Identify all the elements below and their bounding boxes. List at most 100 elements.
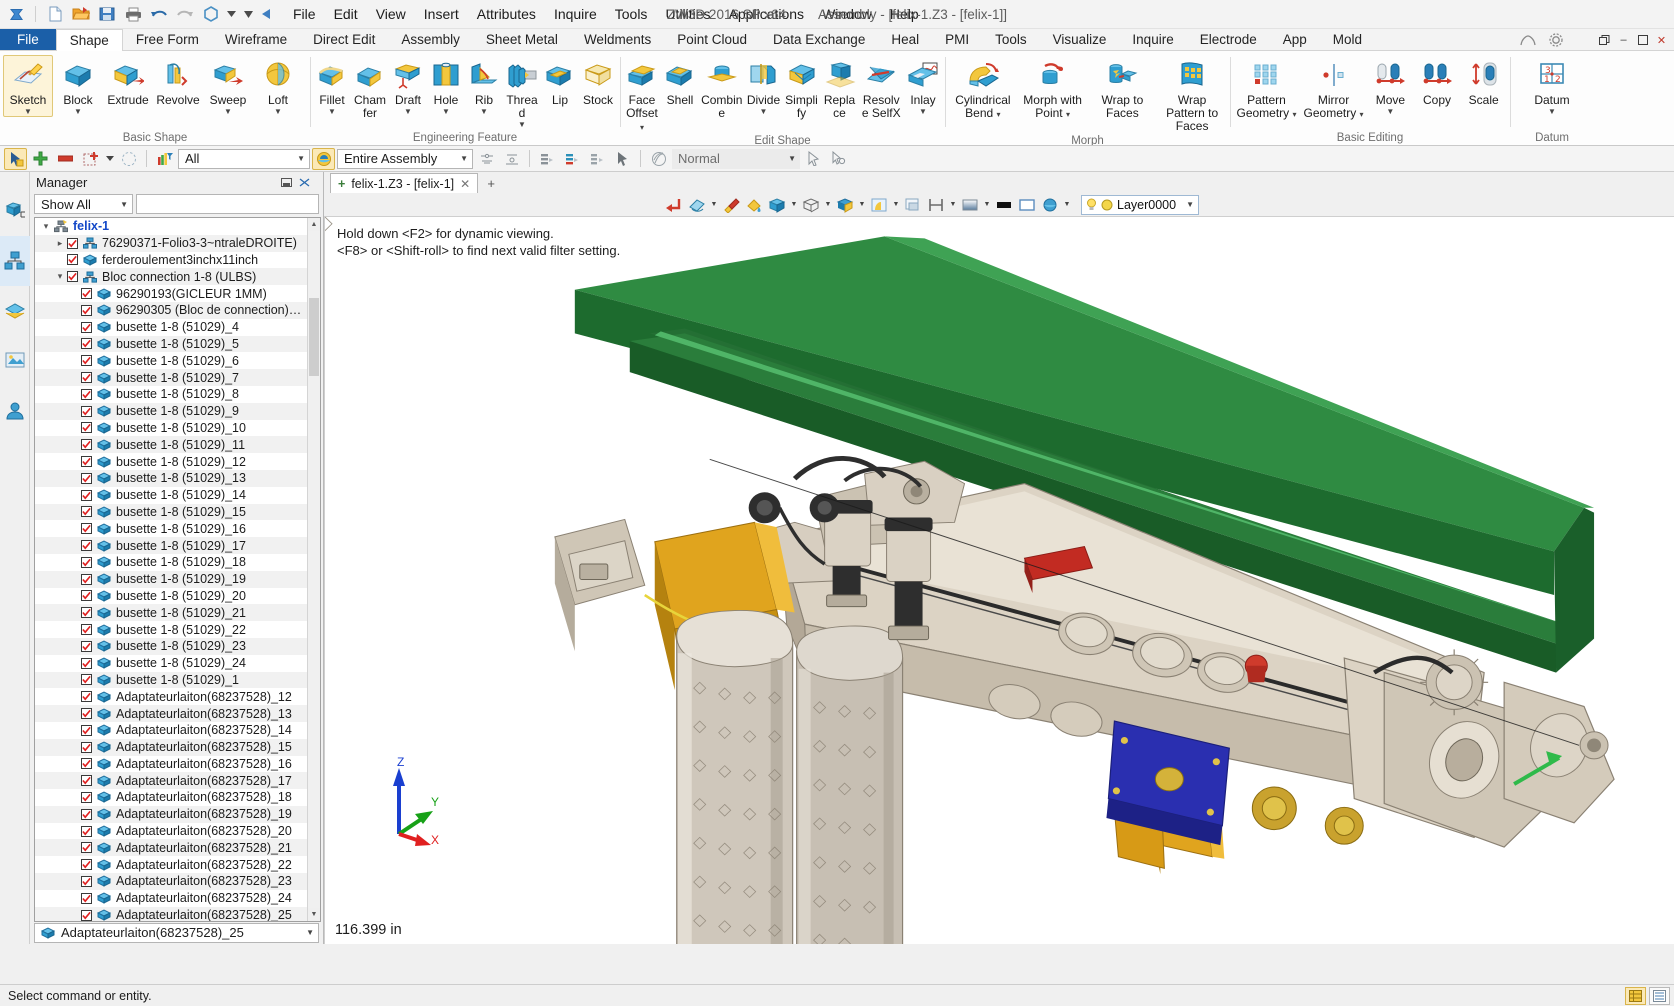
tree-row[interactable]: busette 1-8 (51029)_16 xyxy=(35,520,307,537)
shadow-icon[interactable] xyxy=(902,194,924,216)
open-folder-icon[interactable] xyxy=(69,3,93,25)
document-tab-felix-1[interactable]: + felix-1.Z3 - [felix-1] ✕ xyxy=(330,173,478,193)
chevron-down-icon[interactable]: ▾ xyxy=(997,110,1001,119)
tree-row[interactable]: Adaptateurlaiton(68237528)_13 xyxy=(35,705,307,722)
visibility-checkbox[interactable] xyxy=(81,641,92,652)
stock-button[interactable]: Stock xyxy=(579,55,617,108)
visibility-checkbox[interactable] xyxy=(81,305,92,316)
chevron-down-icon[interactable]: ▼ xyxy=(709,194,719,216)
cylindrical-bend-button[interactable]: Cylindrical Bend ▾ xyxy=(948,55,1018,121)
tree-row[interactable]: busette 1-8 (51029)_19 xyxy=(35,571,307,588)
visibility-checkbox[interactable] xyxy=(67,271,78,282)
transparency-icon[interactable] xyxy=(647,148,670,170)
maximize-button[interactable] xyxy=(1634,32,1651,49)
wrap-pattern-to-faces-button[interactable]: Wrap Pattern to Faces xyxy=(1157,55,1227,134)
remove-component-icon[interactable] xyxy=(54,148,77,170)
restore-down-icon[interactable] xyxy=(1596,32,1613,49)
chevron-down-icon[interactable]: ▼ xyxy=(823,194,833,216)
menu-item-view[interactable]: View xyxy=(367,2,415,26)
tab-tools[interactable]: Tools xyxy=(982,29,1040,50)
new-tab-button[interactable]: + xyxy=(478,173,504,193)
tree-row[interactable]: busette 1-8 (51029)_7 xyxy=(35,369,307,386)
chevron-down-icon[interactable]: ▼ xyxy=(274,108,282,116)
visibility-checkbox[interactable] xyxy=(81,658,92,669)
tree-row[interactable]: Adaptateurlaiton(68237528)_18 xyxy=(35,789,307,806)
visibility-checkbox[interactable] xyxy=(81,490,92,501)
scroll-thumb[interactable] xyxy=(309,298,319,376)
scroll-up-icon[interactable]: ▲ xyxy=(308,218,320,231)
user-manager-icon[interactable] xyxy=(0,386,30,436)
tree-row[interactable]: busette 1-8 (51029)_21 xyxy=(35,604,307,621)
align-bottom-icon[interactable] xyxy=(500,148,523,170)
tree-row[interactable]: Adaptateurlaiton(68237528)_25 xyxy=(35,907,307,921)
tab-assembly[interactable]: Assembly xyxy=(388,29,473,50)
circle-select-icon[interactable] xyxy=(117,148,140,170)
visibility-checkbox[interactable] xyxy=(81,893,92,904)
visibility-checkbox[interactable] xyxy=(81,859,92,870)
mirror-geometry-button[interactable]: Mirror Geometry ▾ xyxy=(1300,55,1367,121)
visibility-checkbox[interactable] xyxy=(67,238,78,249)
chevron-down-icon[interactable]: ▼ xyxy=(404,108,412,116)
tree-row[interactable]: busette 1-8 (51029)_8 xyxy=(35,386,307,403)
tree-row[interactable]: busette 1-8 (51029)_11 xyxy=(35,436,307,453)
chevron-down-icon[interactable] xyxy=(225,3,238,25)
tree-row[interactable]: busette 1-8 (51029)_15 xyxy=(35,504,307,521)
menu-item-attributes[interactable]: Attributes xyxy=(468,2,545,26)
visibility-checkbox[interactable] xyxy=(81,826,92,837)
visibility-checkbox[interactable] xyxy=(81,456,92,467)
layer-manager-icon[interactable] xyxy=(0,286,30,336)
visibility-checkbox[interactable] xyxy=(81,372,92,383)
revolve-button[interactable]: Revolve xyxy=(153,55,203,108)
visibility-checkbox[interactable] xyxy=(81,523,92,534)
menu-item-window[interactable]: Window xyxy=(813,2,881,26)
lip-button[interactable]: Lip xyxy=(541,55,579,108)
chevron-down-icon[interactable]: ▼ xyxy=(24,108,32,116)
gear-icon[interactable] xyxy=(1548,32,1564,48)
chevron-down-icon[interactable]: ▼ xyxy=(74,108,82,116)
tab-mold[interactable]: Mold xyxy=(1320,29,1375,50)
back-view-icon[interactable] xyxy=(663,194,685,216)
tree-row[interactable]: busette 1-8 (51029)_22 xyxy=(35,621,307,638)
chevron-right-icon[interactable]: ▸ xyxy=(53,238,67,249)
chevron-down-icon[interactable]: ▾ xyxy=(39,221,53,232)
filter-color-icon[interactable] xyxy=(153,148,176,170)
visibility-checkbox[interactable] xyxy=(81,590,92,601)
visibility-checkbox[interactable] xyxy=(67,254,78,265)
visibility-checkbox[interactable] xyxy=(81,540,92,551)
tree-row[interactable]: Adaptateurlaiton(68237528)_24 xyxy=(35,890,307,907)
tree-row[interactable]: busette 1-8 (51029)_9 xyxy=(35,403,307,420)
tree-row[interactable]: ferderoulement3inchx11inch xyxy=(35,252,307,269)
cloud-icon[interactable] xyxy=(1520,35,1536,46)
tree-row[interactable]: busette 1-8 (51029)_13 xyxy=(35,470,307,487)
tab-pmi[interactable]: PMI xyxy=(932,29,982,50)
chevron-down-icon[interactable]: ▼ xyxy=(789,194,799,216)
chevron-down-icon[interactable]: ▼ xyxy=(518,121,526,129)
face-offset-button[interactable]: Face Offset ▾ xyxy=(623,55,661,134)
sweep-button[interactable]: Sweep ▼ xyxy=(203,55,253,117)
level-1-icon[interactable] xyxy=(536,148,559,170)
menu-item-file[interactable]: File xyxy=(284,2,325,26)
tab-plus-icon[interactable]: + xyxy=(338,177,345,191)
view-cube-icon[interactable] xyxy=(766,194,788,216)
visibility-checkbox[interactable] xyxy=(81,708,92,719)
assembly-manager-icon[interactable] xyxy=(0,236,30,286)
visibility-checkbox[interactable] xyxy=(81,389,92,400)
close-panel-icon[interactable] xyxy=(299,178,317,187)
menu-item-utilities[interactable]: Utilities xyxy=(656,2,719,26)
tree-row[interactable]: busette 1-8 (51029)_20 xyxy=(35,588,307,605)
entity-filter-combo[interactable]: All ▼ xyxy=(178,149,310,169)
chevron-down-icon[interactable]: ▾ xyxy=(1360,110,1364,119)
draft-button[interactable]: Draft ▼ xyxy=(389,55,427,117)
tab-shape[interactable]: Shape xyxy=(56,29,123,51)
undo-icon[interactable] xyxy=(147,3,171,25)
move-button[interactable]: Move ▼ xyxy=(1367,55,1414,117)
simplify-button[interactable]: Simplify xyxy=(783,55,821,121)
chevron-down-icon[interactable]: ▼ xyxy=(760,108,768,116)
tab-electrode[interactable]: Electrode xyxy=(1187,29,1270,50)
visibility-checkbox[interactable] xyxy=(81,607,92,618)
datum-button[interactable]: 312 Datum ▼ xyxy=(1527,55,1577,117)
tab-sheet-metal[interactable]: Sheet Metal xyxy=(473,29,571,50)
chevron-down-icon[interactable] xyxy=(104,148,115,170)
add-component-icon[interactable] xyxy=(29,148,52,170)
tab-file[interactable]: File xyxy=(0,29,56,50)
